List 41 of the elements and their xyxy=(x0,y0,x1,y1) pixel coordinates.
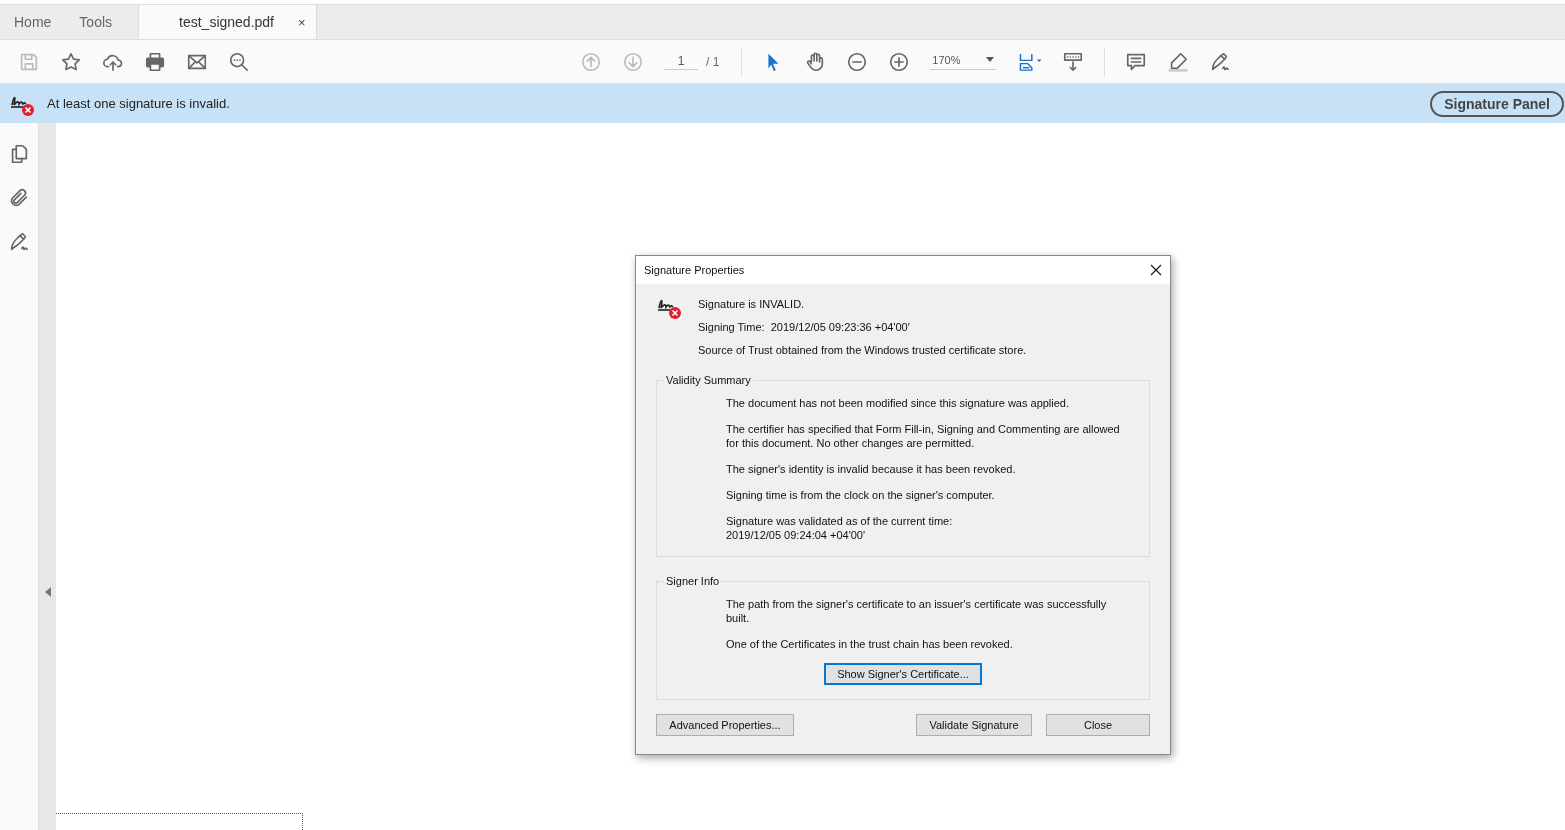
star-icon xyxy=(60,50,82,73)
tab[interactable]: test_signed.pdf × xyxy=(138,5,317,39)
tab[interactable]: Home xyxy=(0,5,66,39)
scroll-mode-icon xyxy=(1062,50,1085,73)
status-text: Signature was validated as of the current time: 2019/12/05 09:24:04 +04'00' xyxy=(726,514,954,542)
zoom-out-icon xyxy=(846,50,869,73)
search-icon xyxy=(228,50,250,73)
close-tab-button[interactable]: × xyxy=(298,14,306,30)
status-text: The certifier has specified that Form Fill-in, Signing and Commenting are allowed for this document. No other changes are permitted. xyxy=(726,422,1121,450)
zoom-dropdown[interactable]: 170% xyxy=(930,53,997,70)
status-text: The path from the signer's certificate to an issuer's certificate was successfully built. xyxy=(726,597,1108,625)
show-certificate-button[interactable]: Show Signer's Certificate... xyxy=(824,663,982,685)
tab[interactable]: Tools xyxy=(65,5,127,39)
close-icon[interactable] xyxy=(1150,264,1162,276)
trust-source: Source of Trust obtained from the Windows trusted certificate store. xyxy=(698,344,1027,356)
signature-panel-button[interactable]: Signature Panel xyxy=(1430,90,1564,117)
collapse-arrow-icon[interactable] xyxy=(44,586,51,597)
arrow-up-icon xyxy=(580,50,602,73)
status-text: The signer's identity is invalid because it has been revoked. xyxy=(726,462,1017,476)
zoom-in-icon xyxy=(888,50,911,73)
status-text: The document has not been modified since this signature was applied. xyxy=(726,396,1071,410)
caret-icon xyxy=(986,57,995,62)
signature-status: Signature is INVALID. xyxy=(698,298,806,310)
page-number-field[interactable]: 1 xyxy=(664,53,698,70)
status-text: Signing time is from the clock on the signer's computer. xyxy=(726,488,996,502)
status-text: One of the Certificates in the trust chain has been revoked. xyxy=(726,637,1014,651)
paperclip-icon xyxy=(8,187,30,209)
group-title: Signer Info xyxy=(665,575,721,587)
dialog-button[interactable]: Advanced Properties... xyxy=(656,714,794,736)
group-title: Validity Summary xyxy=(665,374,752,386)
pen-sign-icon xyxy=(1209,50,1232,73)
pen-sign-icon xyxy=(8,231,30,253)
banner-message: At least one signature is invalid. xyxy=(47,96,231,111)
highlighter-icon xyxy=(1167,50,1190,73)
page-total: / 1 xyxy=(706,54,720,69)
signing-time: Signing Time: 2019/12/05 09:23:36 +04'00' xyxy=(698,321,911,333)
dialog-button[interactable]: Validate Signature xyxy=(916,714,1032,736)
dialog-title: Signature Properties xyxy=(644,264,745,276)
printer-icon xyxy=(144,50,166,73)
dialog-button[interactable]: Close xyxy=(1046,714,1150,736)
arrow-down-icon xyxy=(622,50,644,73)
